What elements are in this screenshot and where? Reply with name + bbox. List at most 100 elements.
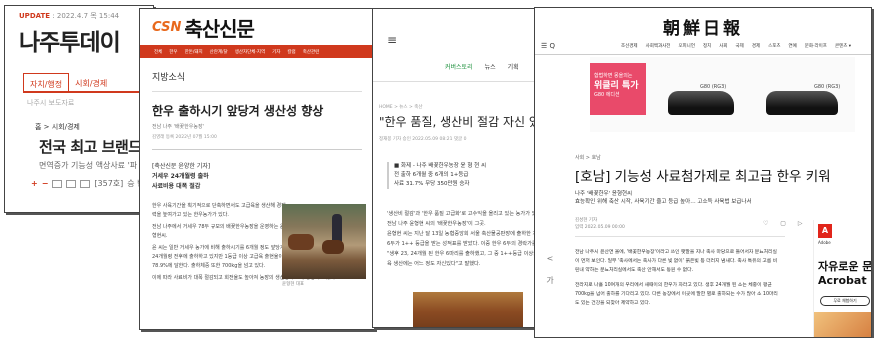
article-summary: ■ 화제 - 나주 배꽃한우농장 윤 형 현 씨 전 출하 6개월 중 6개의 …	[387, 162, 547, 189]
screenshot-chuksan-news: CSN 축산신문 전체 한우 한돈/돼지 산란계/닭 생산자단체·지역 기자 칼…	[139, 8, 375, 330]
lead-source: [축산신문 윤양한 기자]	[152, 163, 211, 170]
adobe-logo: A	[818, 224, 832, 238]
menu-item[interactable]: 생산자단체·지역	[235, 49, 265, 55]
menu-item[interactable]: 오피니언	[678, 43, 695, 49]
tab-admin[interactable]: 자치/행정	[23, 73, 70, 91]
adobe-advertisement[interactable]: A Adobe 자유로운 문서 Acrobat Pro 무료 체험하기	[813, 220, 872, 337]
menu-search-icons[interactable]: ☰ Q	[541, 42, 555, 50]
nav-cover-story[interactable]: 커버스토리	[445, 62, 473, 71]
article-photo	[413, 292, 523, 327]
divider	[575, 236, 785, 237]
font-decrease-button[interactable]: −	[42, 179, 49, 188]
menu-item[interactable]: 한돈/돼지	[185, 49, 203, 55]
breadcrumb[interactable]: 사회 > 호남	[575, 154, 601, 161]
article-headline: 전국 최고 브랜드를	[39, 138, 154, 156]
article-body: 전남 나주시 윤산면 올에, '배꽃한우농장'이라고 쓰인 팻말을 지나 축사 …	[575, 248, 781, 308]
article-meta: 김영래 등록 2022년 07월 15:00	[152, 135, 217, 140]
menu-item[interactable]: 국제	[736, 43, 744, 49]
update-label: UPDATE	[19, 12, 51, 20]
font-increase-button[interactable]: +	[31, 179, 38, 188]
brand-prefix[interactable]: CSN	[152, 20, 181, 35]
ad-title: 자유로운 문서 Acrobat Pro	[818, 260, 872, 288]
article-paragraph: 한우 사육기간을 획기적으로 단축하면서도 고급육을 생산해 경쟁력을 높여가고…	[152, 203, 286, 218]
ad-badge-main: 위클리 특가	[594, 81, 639, 91]
update-line: UPDATE : 2022.4.7 목 15:44	[5, 6, 153, 21]
copy-icon[interactable]	[80, 179, 91, 188]
menu-item[interactable]: 사회	[719, 43, 727, 49]
mail-icon[interactable]	[66, 179, 77, 188]
menu-item[interactable]: 칼럼	[287, 49, 295, 55]
article-paragraph: 전라지로 나흘 10여개의 우리에서 새때이의 한우가 자라고 있다. 생후 2…	[575, 283, 778, 306]
site-logo[interactable]: 朝鮮日報	[535, 14, 871, 39]
article-paragraph: 전남 나주에서 거세우 78두 규모의 배꽃한우농장을 운영하는 윤형현씨.	[152, 224, 285, 239]
menu-item[interactable]: 기자	[272, 49, 280, 55]
article-subhead: 면역증가 기능성 액상사료 '파	[39, 161, 138, 170]
article-paragraph: 전남 나주시 윤산면 올에, '배꽃한우농장'이라고 쓰인 팻말을 지나 축사 …	[575, 250, 778, 273]
news-collage: UPDATE : 2022.4.7 목 15:44 나주투데이 자치/행정 시회…	[0, 0, 874, 338]
cattle-shape	[322, 240, 344, 254]
divider	[535, 54, 871, 55]
car-label: G80 (RG3)	[814, 84, 841, 90]
article-meta: 김성현 기자 입력 2022.05.09 00:00	[575, 217, 625, 231]
site-logo[interactable]: 나주투데이	[5, 21, 153, 57]
menu-item[interactable]: 정치	[703, 43, 711, 49]
menu-item[interactable]: 조선경제	[621, 43, 638, 49]
screenshot-chosun: 朝鮮日報 ☰ Q 조선경제 사회백과사전 오피니언 정치 사회 국제 경제 스포…	[534, 7, 872, 338]
menu-item[interactable]: 경제	[752, 43, 760, 49]
article-headline: 한우 출하시기 앞당겨 생산성 향상	[152, 104, 324, 118]
adobe-label: Adobe	[818, 240, 831, 245]
main-menu: 조선경제 사회백과사전 오피니언 정치 사회 국제 경제 스포츠 연예 문화·라…	[621, 43, 851, 49]
menu-item[interactable]: 스포츠	[768, 43, 780, 49]
summary-line: 전 출하 6개월 중 6개의 1+등급	[394, 172, 469, 178]
menu-item[interactable]: 사회백과사전	[646, 43, 671, 49]
breadcrumb[interactable]: HOME > 뉴스 > 축산	[379, 104, 422, 110]
ad-badge: 합법하면 몽을의는 위클리 특가 G80 에디션	[590, 63, 646, 115]
publish-date: 입력 2022.05.09 00:00	[575, 225, 625, 230]
menu-item[interactable]: 축산관련	[303, 49, 320, 55]
ad-badge-sub: G80 에디션	[594, 92, 620, 98]
site-logo[interactable]: 축산신문	[184, 13, 255, 42]
menu-item[interactable]: 문화·라이프	[805, 43, 827, 49]
issue-number: [357호]	[94, 179, 124, 188]
article-tagline: 전남 나주 '배꽃한우농장'	[152, 124, 204, 130]
nav-planning[interactable]: 기획	[508, 62, 519, 71]
car-advertisement[interactable]: 합법하면 몽을의는 위클리 특가 G80 에디션 G80 (RG3) G80 (…	[590, 57, 855, 132]
menu-item[interactable]: 산란계/닭	[210, 49, 228, 55]
lead-line: 사료비용 대폭 절감	[152, 183, 201, 190]
article-toolbar: + − [357호] 승 반	[31, 178, 145, 189]
breadcrumb[interactable]: 나주시 보도자료	[5, 93, 153, 108]
top-nav: 커버스토리 뉴스 기획	[445, 62, 519, 71]
summary-line: 사료 31.7% 무당 350만원 승자	[394, 181, 470, 187]
article-subhead: 효능확인 위해 축산 시작, 사육기간 줄고 등급 높아… 고소득 사육법 보급…	[575, 199, 752, 205]
print-icon[interactable]	[52, 179, 63, 188]
share-icon[interactable]: <	[545, 248, 555, 270]
article-meta: 정재봉 기자 승인 2022.05.09 08:21 댓글 0	[379, 137, 467, 142]
article-paragraph: 윤 씨는 일반 거세우 농가에 비해 출하시기를 6개월 정도 앞당겨 24개월…	[152, 245, 285, 269]
article-lead: [축산신문 윤양한 기자] 거세우 24개월령 출하 사료비용 대폭 절감	[140, 150, 280, 192]
main-menu: 전체 한우 한돈/돼지 산란계/닭 생산자단체·지역 기자 칼럼 축산관련	[140, 45, 374, 58]
menu-item[interactable]: 한우	[169, 49, 177, 55]
lead-line: 거세우 24개월령 출하	[152, 173, 209, 180]
tab-society[interactable]: 시회/경제	[69, 73, 113, 91]
menu-icon[interactable]: ≡	[387, 33, 397, 47]
menu-item[interactable]: 콘텐츠 ▾	[835, 43, 851, 49]
screenshot-najutoday: UPDATE : 2022.4.7 목 15:44 나주투데이 자치/행정 시회…	[4, 5, 154, 213]
menu-item[interactable]: 전체	[154, 49, 162, 55]
free-trial-button[interactable]: 무료 체험하기	[820, 296, 870, 306]
article-actions[interactable]: ♡ ▢ ▷	[763, 220, 807, 227]
author: 김성현 기자	[575, 218, 598, 223]
cattle-shape	[288, 234, 314, 250]
nav-news[interactable]: 뉴스	[485, 62, 496, 71]
menu-item[interactable]: 연예	[789, 43, 797, 49]
article-photo	[282, 204, 366, 279]
masthead: CSN 축산신문	[140, 9, 374, 45]
category[interactable]: 홈 > 시회/경제	[5, 108, 153, 132]
ad-title-line: Acrobat Pro	[818, 274, 871, 287]
section-title: 지방소식	[152, 73, 186, 83]
update-date: : 2022.4.7 목 15:44	[50, 12, 120, 20]
car-image	[766, 91, 838, 115]
ad-title-line: 자유로운 문서	[818, 260, 872, 273]
photo-caption: 윤형현 대표	[282, 282, 305, 287]
font-size-icon[interactable]: 가	[545, 270, 555, 292]
ad-image	[814, 312, 871, 337]
